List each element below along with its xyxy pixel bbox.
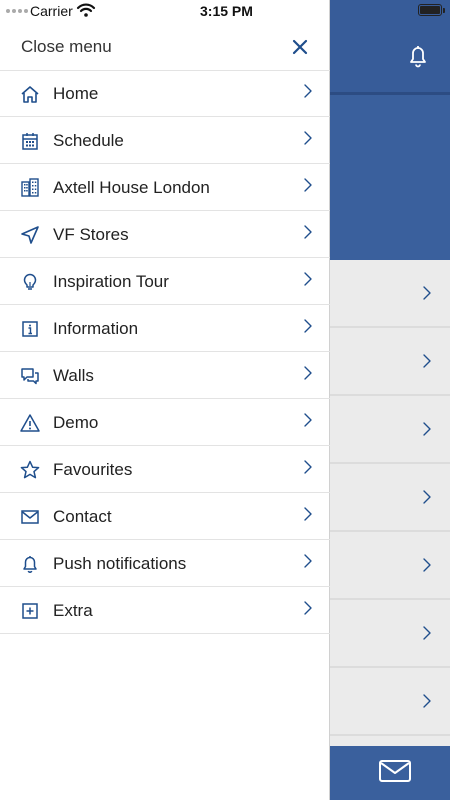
chevron-right-icon [304, 601, 312, 615]
chevron-right-icon [423, 558, 431, 572]
chevron-right-icon [423, 286, 431, 300]
building-icon [21, 178, 39, 197]
home-icon [21, 86, 39, 103]
menu-item-contact[interactable]: Contact [0, 493, 330, 540]
calendar-icon [22, 133, 38, 150]
chevron-right-icon [423, 490, 431, 504]
chevron-right-icon [304, 178, 312, 192]
chevron-right-icon [304, 554, 312, 568]
menu-item-label: Schedule [53, 131, 124, 150]
envelope-icon[interactable] [378, 757, 412, 785]
chat-bubbles-icon [21, 368, 39, 385]
chevron-right-icon [304, 131, 312, 145]
chevron-right-icon [304, 413, 312, 427]
drawer-header: Close menu [0, 22, 330, 71]
menu-item-vf-stores[interactable]: VF Stores [0, 211, 330, 258]
chevron-right-icon [423, 694, 431, 708]
menu-item-label: VF Stores [53, 225, 129, 244]
bell-icon [23, 556, 37, 573]
plus-square-icon [22, 603, 38, 619]
info-icon [22, 321, 38, 337]
menu-item-walls[interactable]: Walls [0, 352, 330, 399]
battery-icon [418, 4, 442, 16]
menu-item-extra[interactable]: Extra [0, 587, 330, 634]
chevron-right-icon [304, 272, 312, 286]
bell-icon[interactable] [404, 42, 432, 70]
star-icon [20, 460, 40, 479]
battery-tip [443, 8, 445, 13]
navigation-arrow-icon [21, 226, 39, 244]
menu-item-information[interactable]: Information [0, 305, 330, 352]
carrier-label: Carrier [30, 3, 73, 19]
status-bar: Carrier 3:15 PM [0, 0, 330, 22]
chevron-right-icon [423, 422, 431, 436]
menu-item-favourites[interactable]: Favourites [0, 446, 330, 493]
menu-item-axtell-house-london[interactable]: Axtell House London [0, 164, 330, 211]
status-time: 3:15 PM [200, 3, 253, 19]
chevron-right-icon [423, 354, 431, 368]
wifi-icon [76, 3, 96, 17]
signal-icon [6, 9, 28, 13]
chevron-right-icon [304, 366, 312, 380]
close-menu-label[interactable]: Close menu [21, 37, 112, 57]
chevron-right-icon [304, 84, 312, 98]
chevron-right-icon [304, 319, 312, 333]
menu-item-demo[interactable]: Demo [0, 399, 330, 446]
menu-item-home[interactable]: Home [0, 70, 330, 117]
menu-item-schedule[interactable]: Schedule [0, 117, 330, 164]
menu-item-label: Walls [53, 366, 94, 385]
menu-item-label: Axtell House London [53, 178, 210, 197]
menu-item-label: Information [53, 319, 139, 338]
lightbulb-icon [23, 273, 37, 290]
chevron-right-icon [423, 626, 431, 640]
menu-item-label: Home [53, 84, 99, 103]
warning-icon [20, 414, 40, 432]
menu-item-label: Demo [53, 413, 99, 432]
drawer-menu: Home Schedule Axtell House London VF Stores… [0, 70, 330, 634]
chevron-right-icon [304, 460, 312, 474]
envelope-icon [21, 510, 39, 524]
menu-item-label: Contact [53, 507, 112, 526]
menu-item-label: Inspiration Tour [53, 272, 169, 291]
menu-item-label: Extra [53, 601, 93, 620]
chevron-right-icon [304, 225, 312, 239]
side-drawer: Carrier 3:15 PM Close menu Home Schedule A… [0, 0, 330, 800]
close-icon[interactable] [292, 39, 308, 55]
chevron-right-icon [304, 507, 312, 521]
menu-item-label: Push notifications [53, 554, 187, 573]
menu-item-label: Favourites [53, 460, 133, 479]
menu-item-inspiration-tour[interactable]: Inspiration Tour [0, 258, 330, 305]
menu-item-push-notifications[interactable]: Push notifications [0, 540, 330, 587]
